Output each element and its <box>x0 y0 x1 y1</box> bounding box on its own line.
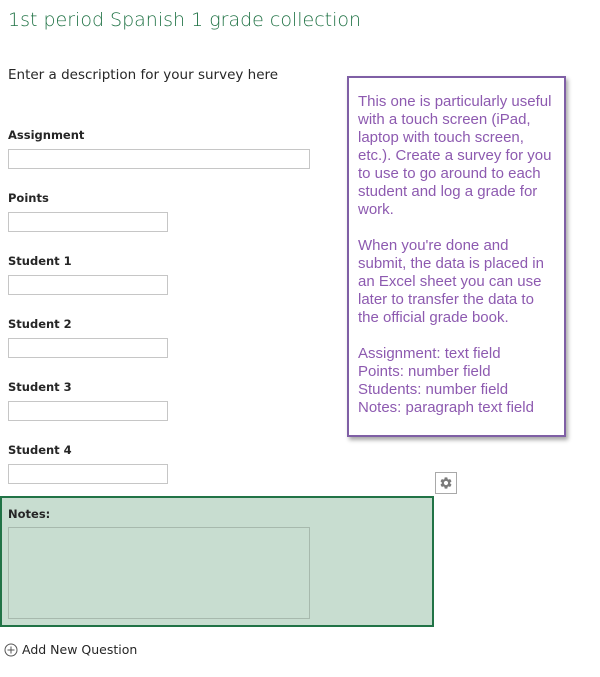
notes-question-selected[interactable]: Notes: <box>0 496 434 627</box>
question-label-points: Points <box>8 191 49 205</box>
annotation-callout: This one is particularly useful with a t… <box>347 76 566 437</box>
question-label-student-3: Student 3 <box>8 380 72 394</box>
gear-icon <box>440 477 452 489</box>
callout-paragraph-1: This one is particularly useful with a t… <box>358 93 552 218</box>
plus-circle-icon <box>4 643 18 657</box>
add-new-question-label: Add New Question <box>22 642 138 657</box>
callout-line-assignment: Assignment: text field <box>358 345 501 362</box>
student-1-input[interactable] <box>8 275 168 295</box>
survey-editor: 1st period Spanish 1 grade collection En… <box>0 0 600 677</box>
points-input[interactable] <box>8 212 168 232</box>
callout-line-notes: Notes: paragraph text field <box>358 399 534 416</box>
callout-line-students: Students: number field <box>358 381 509 398</box>
student-2-input[interactable] <box>8 338 168 358</box>
student-4-input[interactable] <box>8 464 168 484</box>
notes-textarea[interactable] <box>8 527 310 619</box>
survey-title[interactable]: 1st period Spanish 1 grade collection <box>8 9 361 31</box>
callout-line-points: Points: number field <box>358 363 491 380</box>
question-label-assignment: Assignment <box>8 128 85 142</box>
question-settings-button[interactable] <box>435 472 457 494</box>
question-label-notes: Notes: <box>8 507 51 521</box>
callout-paragraph-2: When you're done and submit, the data is… <box>358 237 544 326</box>
add-new-question-button[interactable]: Add New Question <box>4 642 137 657</box>
assignment-input[interactable] <box>8 149 310 169</box>
survey-description[interactable]: Enter a description for your survey here <box>8 67 278 83</box>
student-3-input[interactable] <box>8 401 168 421</box>
question-label-student-4: Student 4 <box>8 443 72 457</box>
question-label-student-2: Student 2 <box>8 317 72 331</box>
question-label-student-1: Student 1 <box>8 254 72 268</box>
